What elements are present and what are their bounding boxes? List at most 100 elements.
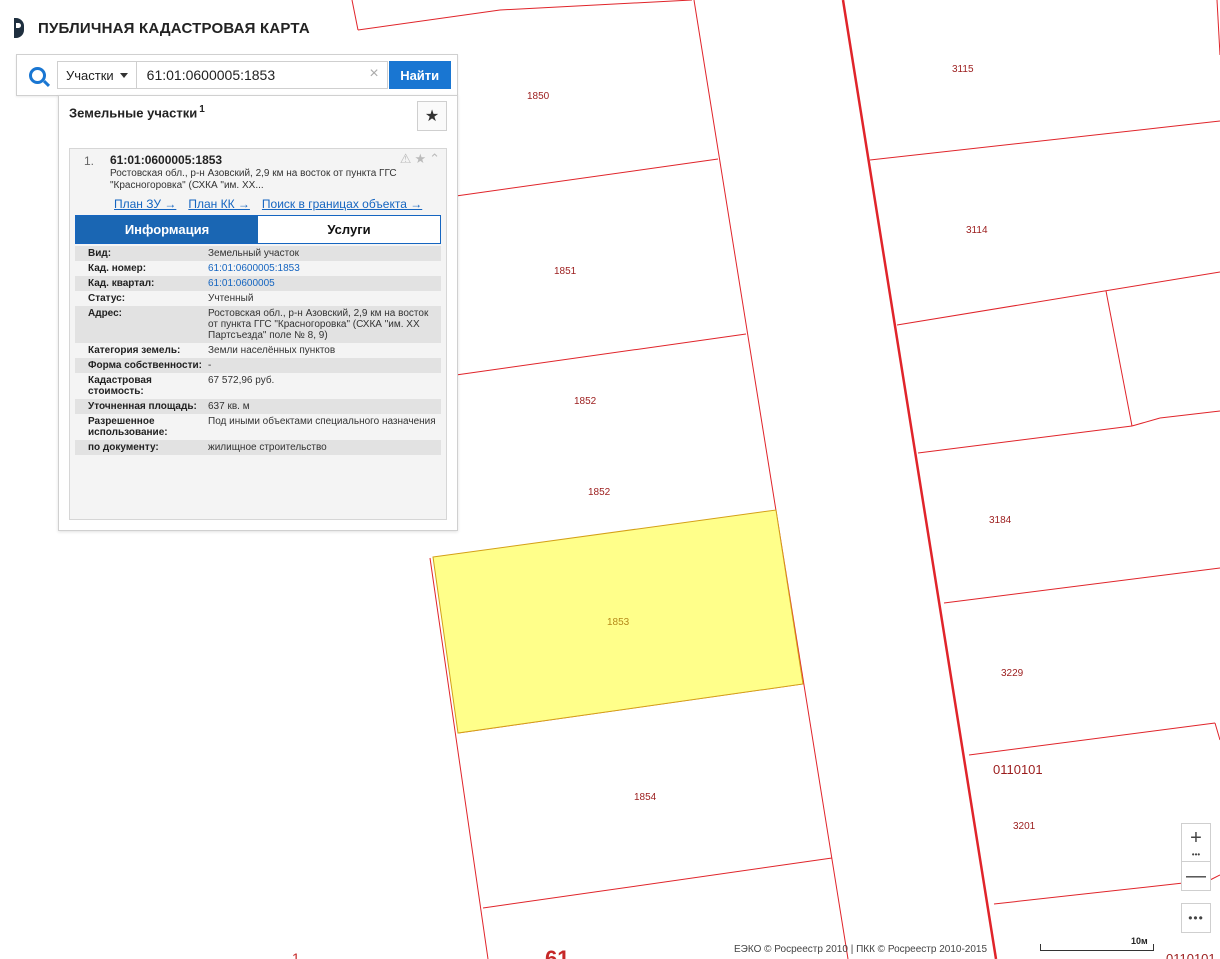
attr-value: Земельный участок: [208, 246, 441, 261]
table-row: по документу: жилищное строительство: [75, 440, 441, 455]
attr-key: Кадастровая стоимость:: [75, 373, 208, 399]
result-number: 1.: [84, 154, 95, 168]
panel-title-text: Земельные участки: [69, 105, 198, 121]
boundary-line: [1105, 290, 1133, 427]
cad-quarter-link[interactable]: 61:01:0600005: [208, 276, 441, 291]
star-icon[interactable]: ★: [414, 151, 426, 167]
search-icon-button[interactable]: [17, 55, 57, 95]
boundary-line: [455, 333, 747, 376]
attr-value: 67 572,96 руб.: [208, 373, 441, 399]
boundary-line: [357, 9, 501, 31]
result-cad-number[interactable]: 61:01:0600005:1853: [110, 153, 222, 167]
parcel-label: 1854: [634, 792, 657, 803]
result-address: Ростовская обл., р-н Азовский, 2,9 км на…: [110, 168, 397, 191]
collapse-icon[interactable]: ⌃: [429, 151, 440, 167]
parcel-label: 3114: [966, 225, 988, 236]
attr-key: Уточненная площадь:: [75, 399, 208, 414]
table-row: Адрес: Ростовская обл., р-н Азовский, 2,9…: [75, 306, 441, 343]
attr-value: Ростовская обл., р-н Азовский, 2,9 км на…: [208, 306, 441, 343]
app-title: ПУБЛИЧНАЯ КАДАСТРОВАЯ КАРТА: [38, 19, 310, 37]
search-type-select[interactable]: Участки: [57, 61, 136, 89]
district-edge-label: 1: [292, 950, 300, 959]
boundary-line: [693, 0, 849, 959]
boundary-line: [917, 425, 1133, 454]
result-tabs: Информация Услуги: [75, 215, 441, 244]
zoom-levels-icon[interactable]: •••: [1181, 851, 1211, 861]
attr-key: Статус:: [75, 291, 208, 306]
table-row: Категория земель: Земли населённых пункто…: [75, 343, 441, 358]
attr-value: Учтенный: [208, 291, 441, 306]
find-button[interactable]: Найти: [388, 61, 451, 89]
attr-key: Форма собственности:: [75, 358, 208, 373]
parcel-boundaries: [351, 0, 1220, 959]
parcel-label: 1851: [554, 266, 577, 277]
tab-services[interactable]: Услуги: [258, 216, 440, 243]
boundary-line: [482, 857, 833, 909]
boundary-line: [455, 158, 719, 197]
parcel-label: 3201: [1013, 821, 1036, 832]
favorite-star-button[interactable]: ★: [417, 101, 447, 131]
plan-zu-link[interactable]: План ЗУ →: [114, 197, 176, 211]
plan-kk-link[interactable]: План КК →: [188, 197, 250, 211]
parcel-label: 1852: [574, 396, 597, 407]
attr-key: по документу:: [75, 440, 208, 455]
caret-down-icon: [119, 72, 128, 78]
warning-icon[interactable]: ⚠: [400, 151, 412, 167]
scale-label: 10м: [1131, 936, 1148, 946]
search-input[interactable]: [136, 64, 377, 86]
attr-key: Кад. квартал:: [75, 276, 208, 291]
attributes-table: Вид: Земельный участок Кад. номер: 61:01:0…: [75, 246, 441, 455]
boundary-line: [351, 0, 359, 31]
parcel-label: 3115: [952, 64, 974, 75]
boundary-line: [1209, 874, 1220, 881]
tab-info[interactable]: Информация: [76, 216, 258, 243]
table-row: Статус: Учтенный: [75, 291, 441, 306]
attr-key: Разрешенное использование:: [75, 414, 208, 440]
search-type-label: Участки: [66, 67, 114, 83]
boundary-line: [993, 879, 1211, 905]
table-row: Кад. квартал: 61:01:0600005: [75, 276, 441, 291]
parcel-label: 3229: [1001, 668, 1024, 679]
more-tools-button[interactable]: •••: [1181, 903, 1211, 933]
boundary-line: [869, 120, 1220, 161]
attr-key: Адрес:: [75, 306, 208, 343]
rosreestr-logo-icon: [14, 18, 30, 38]
cadastral-block-label: 0110101: [993, 762, 1043, 777]
panel-title: Земельные участки 1: [69, 104, 205, 120]
result-card: 1. 61:01:0600005:1853 ⚠ ★ ⌃ Ростовская о…: [69, 148, 447, 520]
attr-value: 637 кв. м: [208, 399, 441, 414]
boundary-line: [1214, 722, 1220, 741]
table-row: Разрешенное использование: Под иными объе…: [75, 414, 441, 440]
parcel-label: 1850: [527, 91, 550, 102]
boundary-line: [896, 271, 1220, 326]
attr-key: Вид:: [75, 246, 208, 261]
search-in-bounds-link[interactable]: Поиск в границах объекта →: [262, 197, 422, 211]
attr-key: Кад. номер:: [75, 261, 208, 276]
attr-value: Земли населённых пунктов: [208, 343, 441, 358]
boundary-line: [943, 567, 1220, 604]
attr-value: жилищное строительство: [208, 440, 441, 455]
zoom-in-button[interactable]: +: [1181, 823, 1211, 853]
attribution: ЕЭКО © Росреестр 2010 | ПКК © Росреестр …: [734, 944, 988, 955]
table-row: Кад. номер: 61:01:0600005:1853: [75, 261, 441, 276]
result-count: 1: [199, 104, 205, 115]
clear-icon[interactable]: ×: [369, 65, 378, 83]
boundary-line: [968, 722, 1216, 756]
boundary-line: [499, 0, 693, 11]
app-header: ПУБЛИЧНАЯ КАДАСТРОВАЯ КАРТА: [14, 18, 310, 38]
search-icon: [28, 66, 46, 84]
search-field: ×: [135, 61, 388, 89]
card-tools: ⚠ ★ ⌃: [400, 151, 440, 167]
table-row: Форма собственности: -: [75, 358, 441, 373]
parcel-label: 3184: [989, 515, 1012, 526]
boundary-line: [1159, 410, 1220, 419]
cad-number-link[interactable]: 61:01:0600005:1853: [208, 261, 441, 276]
parcel-label: 1852: [588, 487, 611, 498]
results-panel: Земельные участки 1 ★ 1. 61:01:0600005:18…: [58, 95, 458, 531]
district-edge-label: 61: [545, 946, 569, 959]
attr-value: Под иными объектами специального назначе…: [208, 414, 441, 440]
road-boundary: [841, 0, 998, 959]
zoom-out-button[interactable]: —: [1181, 861, 1211, 891]
table-row: Уточненная площадь: 637 кв. м: [75, 399, 441, 414]
attr-value: -: [208, 358, 441, 373]
